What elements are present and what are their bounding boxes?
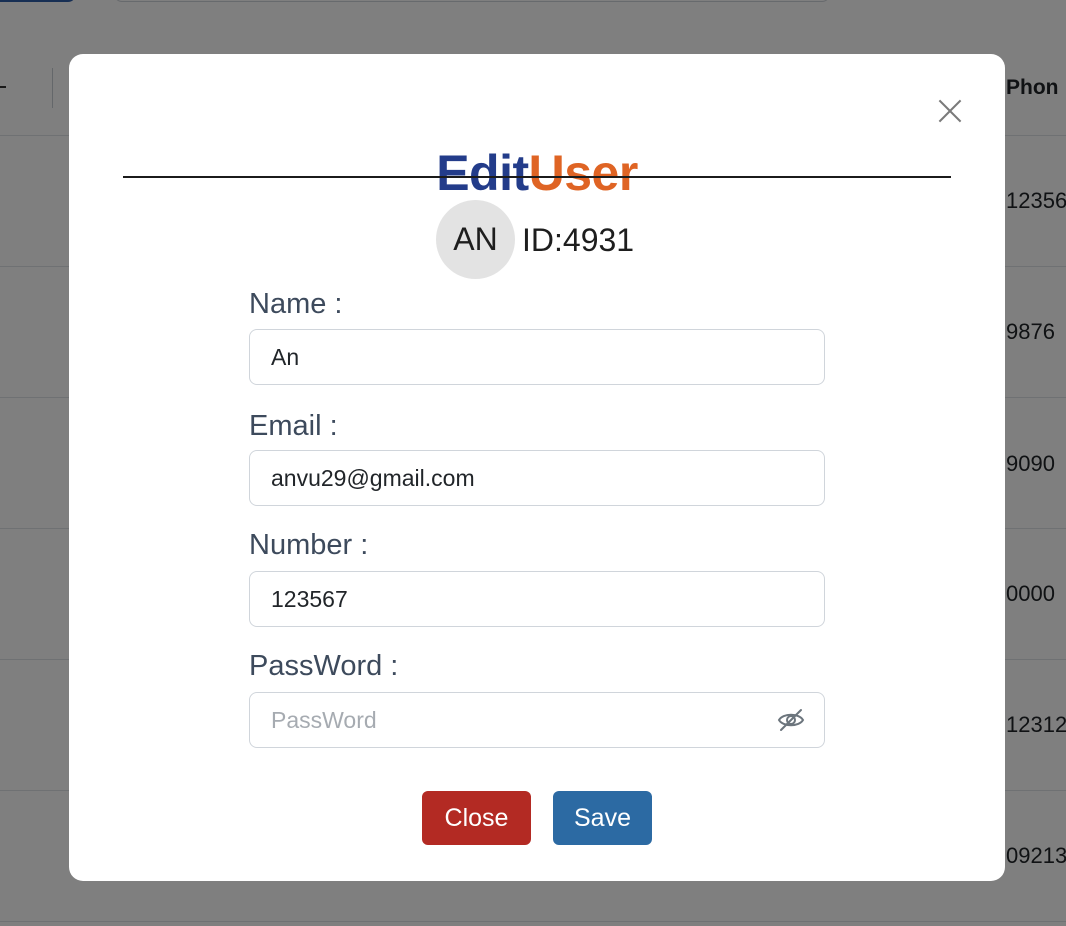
password-label: PassWord : — [249, 650, 399, 682]
title-divider — [123, 176, 951, 178]
number-label: Number : — [249, 529, 369, 561]
name-input[interactable] — [249, 329, 825, 385]
modal-title-user: User — [528, 145, 639, 201]
avatar: AN — [436, 200, 515, 279]
modal-title: EditUser — [69, 148, 1005, 198]
avatar-initials: AN — [453, 221, 498, 257]
name-label: Name : — [249, 288, 343, 320]
close-button[interactable]: Close — [422, 791, 531, 845]
modal-title-edit: Edit — [436, 145, 529, 201]
eye-slash-icon[interactable] — [777, 708, 805, 732]
email-input[interactable] — [249, 450, 825, 506]
close-x-icon[interactable] — [937, 98, 963, 124]
email-label: Email : — [249, 410, 338, 442]
user-id: ID:4931 — [522, 222, 635, 258]
number-input[interactable] — [249, 571, 825, 627]
save-button[interactable]: Save — [553, 791, 652, 845]
edit-user-modal: EditUser AN ID:4931 Name : Email : Numbe… — [69, 54, 1005, 881]
password-input[interactable] — [249, 692, 825, 748]
